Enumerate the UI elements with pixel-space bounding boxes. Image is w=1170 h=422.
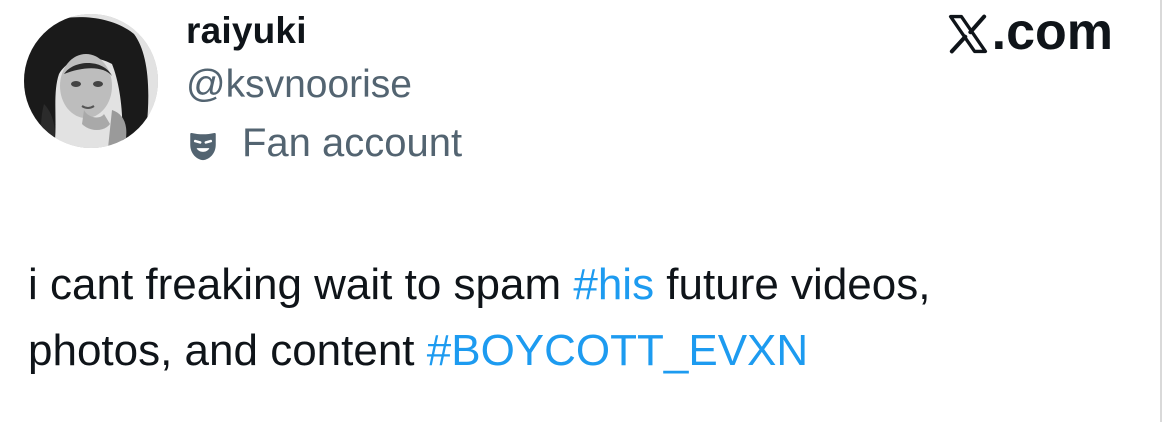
tweet-text-segment: i cant freaking wait to spam bbox=[28, 260, 574, 309]
user-handle[interactable]: @ksvnoorise bbox=[186, 63, 412, 107]
account-label: Fan account bbox=[186, 121, 462, 166]
tweet-body: i cant freaking wait to spam #his future… bbox=[28, 252, 1128, 384]
hashtag-link[interactable]: #his bbox=[573, 260, 654, 309]
brand-text: .com bbox=[991, 3, 1113, 61]
avatar[interactable] bbox=[24, 14, 158, 148]
tweet-text-segment: future videos, bbox=[654, 260, 931, 309]
hashtag-link[interactable]: #BOYCOTT_EVXN bbox=[427, 326, 808, 375]
card-border bbox=[1160, 0, 1162, 422]
x-logo-icon bbox=[948, 14, 987, 54]
tweet-card: raiyuki @ksvnoorise Fan account .com i c… bbox=[0, 0, 1170, 422]
display-name[interactable]: raiyuki bbox=[186, 10, 307, 52]
brand-watermark: .com bbox=[946, 2, 1113, 62]
theater-mask-icon bbox=[190, 132, 216, 160]
badge-label: Fan account bbox=[242, 121, 463, 165]
tweet-text-segment: photos, and content bbox=[28, 326, 427, 375]
avatar-illustration bbox=[24, 14, 158, 148]
